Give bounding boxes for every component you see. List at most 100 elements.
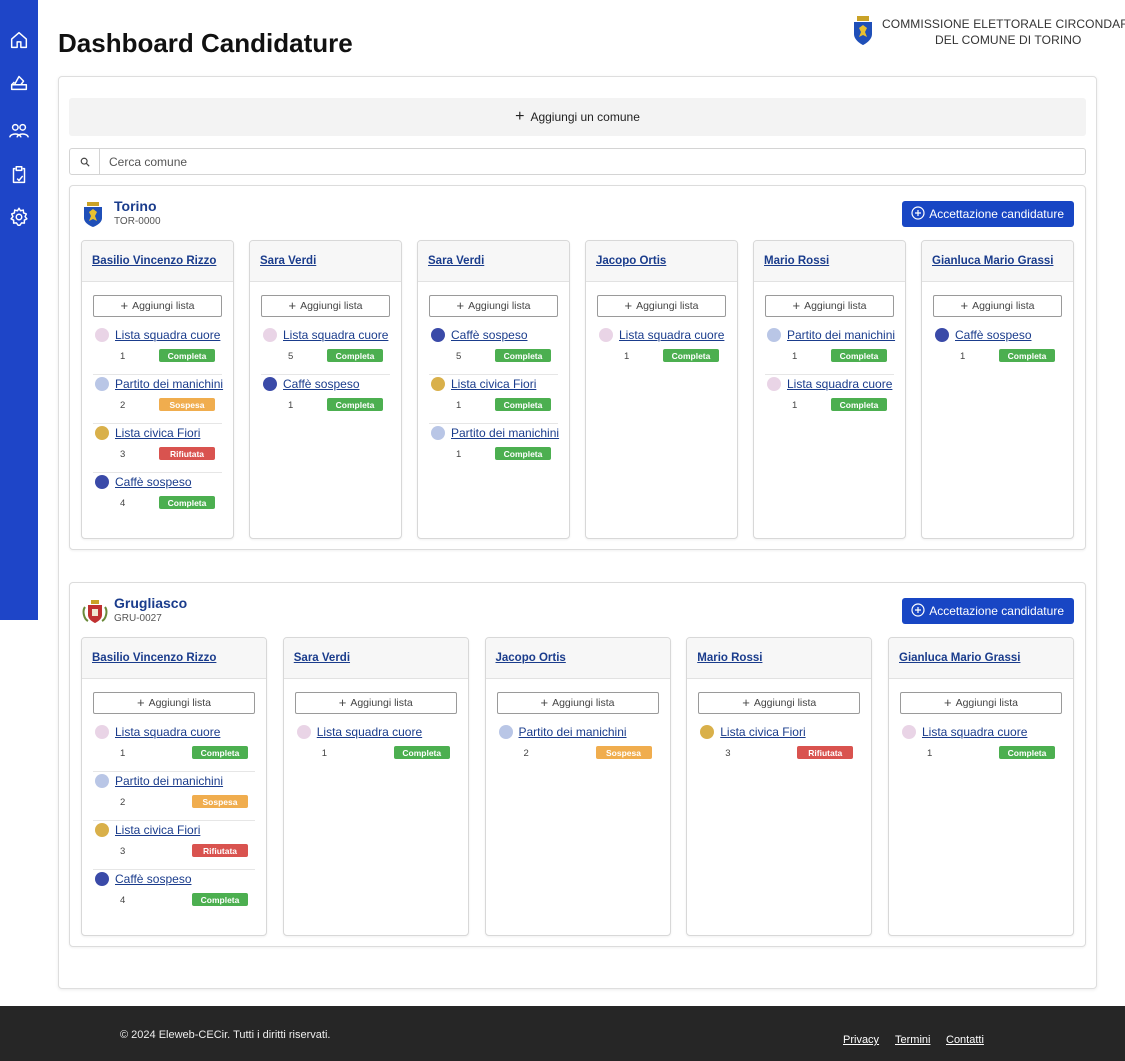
list-name-link[interactable]: Partito dei manichini <box>115 377 223 391</box>
search-input[interactable] <box>100 149 1085 174</box>
users-icon[interactable] <box>7 119 31 143</box>
list-item: Partito dei manichini 1 Completa <box>429 424 559 473</box>
candidate-name-link[interactable]: Mario Rossi <box>697 652 762 664</box>
candidate-card-header: Gianluca Mario Grassi <box>889 638 1073 679</box>
list-name-link[interactable]: Caffè sospeso <box>451 328 528 342</box>
candidate-name-link[interactable]: Sara Verdi <box>260 255 316 267</box>
candidate-card-body: + Aggiungi lista Partito dei manichini 1 Com… <box>754 282 905 424</box>
search-icon[interactable] <box>70 149 100 174</box>
plus-icon: + <box>943 695 952 710</box>
heart-team-logo-icon <box>902 725 916 739</box>
list-name-link[interactable]: Lista squadra cuore <box>115 328 220 342</box>
add-comune-button[interactable]: + Aggiungi un comune <box>69 98 1086 136</box>
clipboard-check-icon[interactable] <box>7 163 31 187</box>
list-item: Lista squadra cuore 1 Completa <box>93 723 255 772</box>
candidate-card: Sara Verdi + Aggiungi lista Caffè sospeso 5 C… <box>417 240 570 539</box>
list-name-link[interactable]: Lista civica Fiori <box>451 377 536 391</box>
list-number: 5 <box>288 351 294 362</box>
list-item: Lista squadra cuore 1 Completa <box>93 326 222 375</box>
list-number: 2 <box>120 797 126 808</box>
list-name-link[interactable]: Partito dei manichini <box>787 328 895 342</box>
list-name-link[interactable]: Lista squadra cuore <box>619 328 724 342</box>
gear-icon[interactable] <box>7 205 31 229</box>
status-badge: Completa <box>192 893 248 906</box>
candidate-card: Basilio Vincenzo Rizzo + Aggiungi lista Lis… <box>81 240 234 539</box>
add-list-button[interactable]: + Aggiungi lista <box>93 692 255 714</box>
add-list-button[interactable]: + Aggiungi lista <box>429 295 558 317</box>
add-list-button[interactable]: + Aggiungi lista <box>698 692 861 714</box>
comune-name: Torino <box>114 198 157 214</box>
search-bar <box>69 148 1086 175</box>
candidate-name-link[interactable]: Gianluca Mario Grassi <box>932 255 1053 267</box>
list-name-link[interactable]: Partito dei manichini <box>451 426 559 440</box>
add-list-button[interactable]: + Aggiungi lista <box>294 692 457 714</box>
mannequin-party-logo-icon <box>95 377 109 391</box>
list-name-link[interactable]: Lista civica Fiori <box>115 823 200 837</box>
add-list-button[interactable]: + Aggiungi lista <box>261 295 390 317</box>
footer-link-termini[interactable]: Termini <box>895 1034 930 1046</box>
candidate-card-body: + Aggiungi lista Caffè sospeso 1 Completa <box>922 282 1073 375</box>
list-name-link[interactable]: Caffè sospeso <box>283 377 360 391</box>
list-name-link[interactable]: Caffè sospeso <box>115 872 192 886</box>
list-name-link[interactable]: Caffè sospeso <box>115 475 192 489</box>
add-list-button[interactable]: + Aggiungi lista <box>496 692 659 714</box>
candidate-name-link[interactable]: Sara Verdi <box>294 652 350 664</box>
list-name-link[interactable]: Lista squadra cuore <box>787 377 892 391</box>
flower-list-logo-icon <box>431 377 445 391</box>
list-name-link[interactable]: Lista squadra cuore <box>317 725 422 739</box>
add-list-button[interactable]: + Aggiungi lista <box>597 295 726 317</box>
accept-candidature-button[interactable]: Accettazione candidature <box>902 201 1074 227</box>
add-list-button[interactable]: + Aggiungi lista <box>765 295 894 317</box>
footer-link-privacy[interactable]: Privacy <box>843 1034 879 1046</box>
candidate-card: Sara Verdi + Aggiungi lista Lista squadra c… <box>282 637 469 936</box>
flower-list-logo-icon <box>95 426 109 440</box>
list-name-link[interactable]: Lista squadra cuore <box>922 725 1027 739</box>
accept-candidature-button[interactable]: Accettazione candidature <box>902 598 1074 624</box>
list-item: Partito dei manichini 2 Sospesa <box>93 772 255 821</box>
status-badge: Completa <box>831 398 887 411</box>
status-badge: Completa <box>495 447 551 460</box>
list-name-link[interactable]: Lista civica Fiori <box>115 426 200 440</box>
list-name-link[interactable]: Lista civica Fiori <box>720 725 805 739</box>
candidate-name-link[interactable]: Gianluca Mario Grassi <box>899 652 1020 664</box>
status-badge: Rifiutata <box>159 447 215 460</box>
mannequin-party-logo-icon <box>431 426 445 440</box>
plus-icon: + <box>960 298 969 313</box>
status-badge: Completa <box>495 398 551 411</box>
list-item: Partito dei manichini 2 Sospesa <box>497 723 659 772</box>
comune-code: TOR-0000 <box>114 216 161 227</box>
plus-icon: + <box>120 298 129 313</box>
list-name-link[interactable]: Partito dei manichini <box>519 725 627 739</box>
org-line-2: DEL COMUNE DI TORINO <box>935 33 1082 47</box>
candidate-name-link[interactable]: Sara Verdi <box>428 255 484 267</box>
candidate-card-body: + Aggiungi lista Lista squadra cuore 1 Compl… <box>284 679 468 772</box>
list-name-link[interactable]: Partito dei manichini <box>115 774 223 788</box>
circle-plus-icon <box>911 602 925 620</box>
list-number: 4 <box>120 895 126 906</box>
candidate-name-link[interactable]: Mario Rossi <box>764 255 829 267</box>
candidate-name-link[interactable]: Jacopo Ortis <box>496 652 566 664</box>
candidate-card-body: + Aggiungi lista Partito dei manichini 2 Sos… <box>486 679 670 772</box>
list-number: 4 <box>120 498 126 509</box>
candidate-name-link[interactable]: Basilio Vincenzo Rizzo <box>92 255 216 267</box>
add-list-button[interactable]: + Aggiungi lista <box>93 295 222 317</box>
footer-link-contatti[interactable]: Contatti <box>946 1034 984 1046</box>
candidate-name-link[interactable]: Basilio Vincenzo Rizzo <box>92 652 216 664</box>
add-list-button[interactable]: + Aggiungi lista <box>900 692 1062 714</box>
org-line-1: COMMISSIONE ELETTORALE CIRCONDARIALE <box>882 17 1125 31</box>
home-icon[interactable] <box>7 28 31 52</box>
flower-list-logo-icon <box>700 725 715 739</box>
list-name-link[interactable]: Lista squadra cuore <box>283 328 388 342</box>
list-name-link[interactable]: Caffè sospeso <box>955 328 1032 342</box>
org-header: COMMISSIONE ELETTORALE CIRCONDARIALE DEL… <box>850 14 1125 54</box>
status-badge: Sospesa <box>159 398 215 411</box>
add-list-button[interactable]: + Aggiungi lista <box>933 295 1062 317</box>
candidate-cards: Basilio Vincenzo Rizzo + Aggiungi lista Lis… <box>81 240 1074 539</box>
add-list-label: Aggiungi lista <box>350 697 413 709</box>
candidate-card: Gianluca Mario Grassi + Aggiungi lista Caff… <box>921 240 1074 539</box>
candidate-card-header: Basilio Vincenzo Rizzo <box>82 638 266 679</box>
grugliasco-crest-icon <box>82 599 108 625</box>
list-name-link[interactable]: Lista squadra cuore <box>115 725 220 739</box>
candidate-name-link[interactable]: Jacopo Ortis <box>596 255 666 267</box>
ballot-box-icon[interactable] <box>7 70 31 94</box>
